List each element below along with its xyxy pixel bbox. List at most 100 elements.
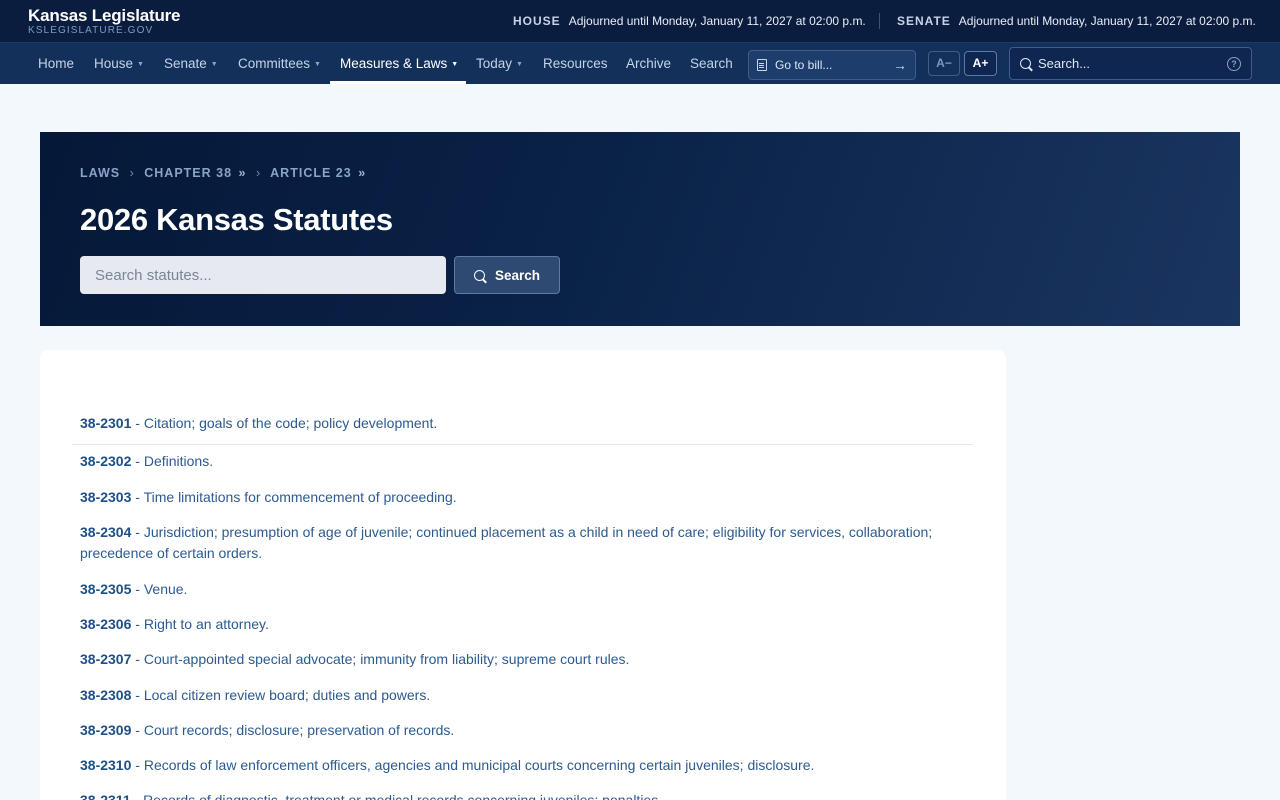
nav-search[interactable]: Search: [690, 43, 733, 85]
statute-number[interactable]: 38-2304: [80, 524, 131, 540]
statute-separator: -: [131, 687, 144, 703]
statute-item[interactable]: 38-2306 - Right to an attorney.: [80, 614, 960, 635]
statute-list-card: 38-2301 - Citation; goals of the code; p…: [40, 350, 1006, 800]
statute-search-button[interactable]: Search: [454, 256, 560, 294]
statute-item[interactable]: 38-2310 - Records of law enforcement off…: [80, 755, 960, 776]
breadcrumb-separator: ›: [255, 166, 262, 180]
statute-title[interactable]: Venue.: [144, 581, 188, 597]
breadcrumb-article[interactable]: ARTICLE 23: [270, 166, 352, 180]
senate-status-text: Adjourned until Monday, January 11, 2027…: [958, 14, 1256, 28]
statute-number[interactable]: 38-2309: [80, 722, 131, 738]
statute-number[interactable]: 38-2303: [80, 489, 131, 505]
active-tab-indicator: [330, 81, 466, 84]
statute-separator: -: [131, 757, 144, 773]
chevron-down-icon: ▼: [451, 61, 459, 68]
nav-archive[interactable]: Archive: [626, 43, 671, 85]
statute-search-button-label: Search: [494, 267, 541, 283]
statute-item[interactable]: 38-2308 - Local citizen review board; du…: [80, 685, 960, 706]
nav-home-label: Home: [38, 56, 75, 71]
statute-number[interactable]: 38-2311: [80, 792, 131, 800]
breadcrumb-separator: ›: [129, 166, 135, 180]
house-label: HOUSE: [513, 14, 561, 28]
statute-number[interactable]: 38-2302: [80, 453, 131, 469]
nav-committees-label: Committees: [238, 56, 311, 71]
statute-item[interactable]: 38-2307 - Court-appointed special advoca…: [80, 649, 960, 670]
statute-separator: -: [131, 489, 144, 505]
nav-resources[interactable]: Resources: [543, 43, 608, 85]
chevron-down-icon: ▼: [314, 61, 321, 68]
statute-separator: -: [131, 453, 144, 469]
divider: [72, 444, 973, 445]
statute-title[interactable]: Records of diagnostic, treatment or medi…: [143, 792, 662, 800]
statute-number[interactable]: 38-2308: [80, 687, 131, 703]
statute-item[interactable]: 38-2302 - Definitions.: [80, 451, 960, 472]
brand-title[interactable]: Kansas Legislature: [28, 6, 181, 25]
senate-label: SENATE: [897, 14, 951, 28]
statute-number[interactable]: 38-2310: [80, 757, 131, 773]
statute-separator: -: [131, 722, 144, 738]
nav-measures-laws[interactable]: Measures & Laws ▼: [340, 43, 458, 85]
top-bar: Kansas Legislature KSLEGISLATURE.GOV HOU…: [0, 0, 1280, 42]
site-search-input[interactable]: Search... ?: [1009, 47, 1252, 80]
breadcrumb-laws[interactable]: LAWS: [80, 166, 120, 180]
search-icon: [473, 269, 485, 281]
nav-house[interactable]: House ▼: [94, 43, 144, 85]
statute-separator: -: [131, 651, 144, 667]
breadcrumb: LAWS › CHAPTER 38 » › ARTICLE 23 »: [80, 166, 366, 180]
statute-number[interactable]: 38-2301: [80, 415, 131, 431]
nav-search-label: Search: [690, 56, 733, 71]
statute-separator: -: [131, 415, 144, 431]
chevron-down-icon: ▼: [516, 61, 523, 68]
statute-number[interactable]: 38-2305: [80, 581, 131, 597]
statute-item[interactable]: 38-2303 - Time limitations for commencem…: [80, 487, 960, 508]
statute-title[interactable]: Records of law enforcement officers, age…: [144, 757, 815, 773]
house-session-status: HOUSE Adjourned until Monday, January 11…: [513, 0, 866, 42]
page-title: 2026 Kansas Statutes: [80, 202, 393, 237]
brand-subtitle: KSLEGISLATURE.GOV: [28, 25, 154, 36]
statute-item[interactable]: 38-2305 - Venue.: [80, 579, 960, 600]
chevron-down-icon: ▼: [137, 61, 144, 68]
statute-title[interactable]: Citation; goals of the code; policy deve…: [144, 415, 437, 431]
statute-title[interactable]: Time limitations for commencement of pro…: [144, 489, 457, 505]
site-search-placeholder: Search...: [1038, 56, 1091, 71]
nav-home[interactable]: Home: [38, 43, 74, 85]
font-increase-button[interactable]: A+: [964, 51, 997, 76]
nav-measures-laws-label: Measures & Laws: [340, 56, 448, 71]
arrow-right-icon[interactable]: →: [893, 57, 907, 73]
document-icon: [757, 59, 767, 71]
statute-separator: -: [131, 524, 144, 540]
statute-title[interactable]: Right to an attorney.: [144, 616, 269, 632]
statute-title[interactable]: Jurisdiction; presumption of age of juve…: [80, 524, 932, 561]
house-status-text: Adjourned until Monday, January 11, 2027…: [568, 14, 866, 28]
statute-title[interactable]: Definitions.: [144, 453, 213, 469]
help-icon[interactable]: ?: [1227, 56, 1241, 71]
go-to-bill-placeholder: Go to bill...: [775, 58, 833, 72]
statute-item[interactable]: 38-2309 - Court records; disclosure; pre…: [80, 720, 960, 741]
statute-number[interactable]: 38-2306: [80, 616, 131, 632]
breadcrumb-suffix: »: [358, 166, 367, 180]
breadcrumb-suffix: »: [238, 166, 247, 180]
nav-committees[interactable]: Committees ▼: [238, 43, 321, 85]
nav-senate-label: Senate: [164, 56, 207, 71]
chevron-down-icon: ▼: [210, 61, 218, 68]
statute-title[interactable]: Local citizen review board; duties and p…: [144, 687, 430, 703]
statute-item[interactable]: 38-2301 - Citation; goals of the code; p…: [80, 413, 960, 434]
statute-separator: -: [130, 792, 144, 800]
font-decrease-button[interactable]: A−: [928, 51, 960, 76]
statute-number[interactable]: 38-2307: [80, 651, 131, 667]
statute-search-input[interactable]: [80, 256, 446, 294]
session-divider: [879, 13, 880, 29]
statute-separator: -: [131, 616, 144, 632]
nav-archive-label: Archive: [626, 56, 672, 71]
statute-separator: -: [131, 581, 144, 597]
breadcrumb-chapter[interactable]: CHAPTER 38: [144, 166, 232, 180]
statute-item[interactable]: 38-2311 - Records of diagnostic, treatme…: [80, 790, 960, 800]
nav-senate[interactable]: Senate ▼: [164, 43, 218, 85]
statute-title[interactable]: Court records; disclosure; preservation …: [144, 722, 454, 738]
statute-item[interactable]: 38-2304 - Jurisdiction; presumption of a…: [80, 522, 960, 564]
statute-title[interactable]: Court-appointed special advocate; immuni…: [144, 651, 630, 667]
site-brand[interactable]: Kansas Legislature KSLEGISLATURE.GOV: [28, 6, 181, 37]
go-to-bill-field[interactable]: Go to bill... →: [748, 50, 916, 80]
statutes-hero: LAWS › CHAPTER 38 » › ARTICLE 23 » 2026 …: [40, 132, 1240, 326]
nav-today[interactable]: Today ▼: [476, 43, 523, 85]
